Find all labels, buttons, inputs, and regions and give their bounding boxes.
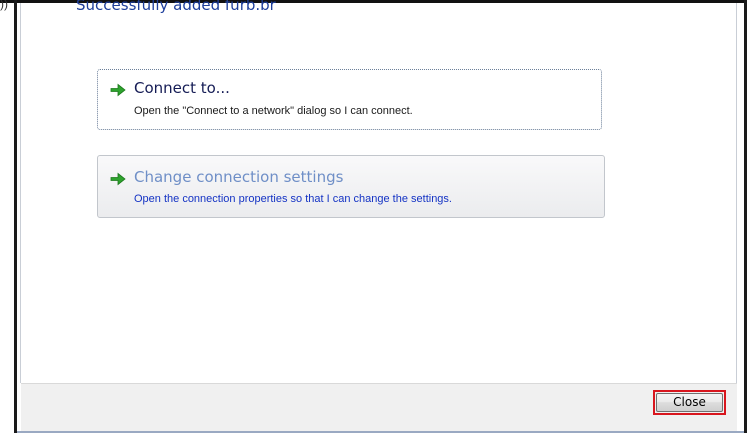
dialog-inner-border-left xyxy=(20,3,21,383)
connect-to-title: Connect to... xyxy=(134,79,230,97)
corner-mark: )) xyxy=(0,0,8,11)
change-connection-settings-description: Open the connection properties so that I… xyxy=(134,193,452,205)
change-connection-settings-title: Change connection settings xyxy=(134,168,344,186)
connect-to-command-link[interactable]: Connect to... Open the "Connect to a net… xyxy=(97,69,602,130)
screenshot-stage: )) Successfully added furb.br Connect to… xyxy=(0,0,747,433)
connect-to-description: Open the "Connect to a network" dialog s… xyxy=(134,105,413,117)
connection-dialog xyxy=(17,3,744,433)
dialog-footer xyxy=(21,383,737,433)
dialog-inner-border-right xyxy=(736,3,737,383)
close-button[interactable]: Close xyxy=(656,393,723,412)
status-heading: Successfully added furb.br xyxy=(76,0,276,14)
green-arrow-icon xyxy=(110,83,126,97)
green-arrow-icon xyxy=(110,172,126,186)
change-connection-settings-command-link[interactable]: Change connection settings Open the conn… xyxy=(97,155,605,218)
